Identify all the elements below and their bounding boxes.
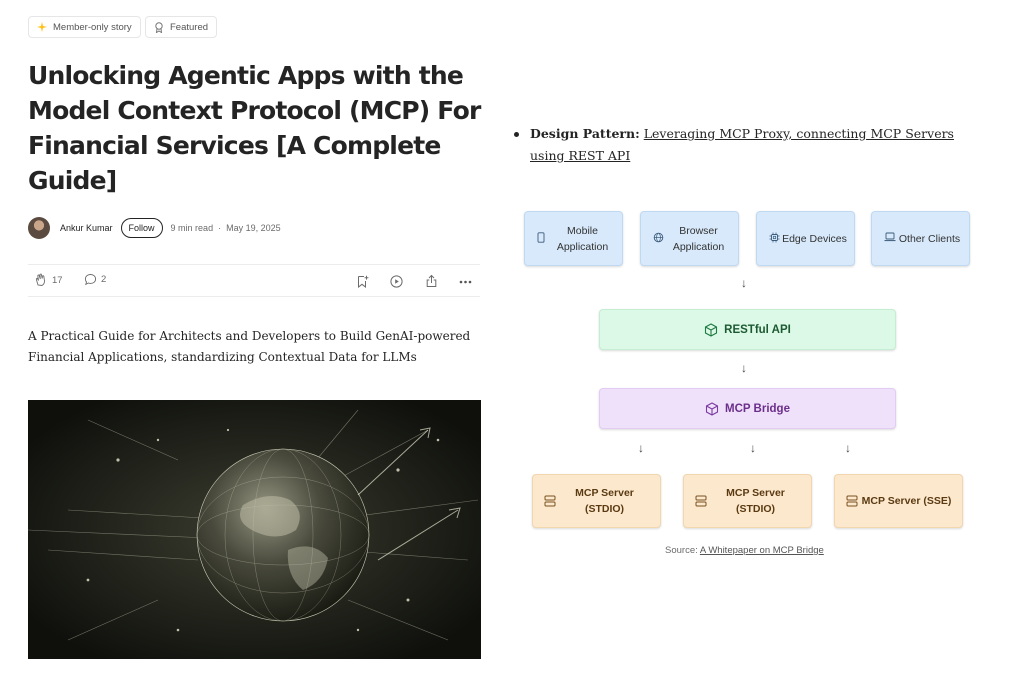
mcp-server-label: MCP Server (SSE)	[861, 495, 952, 507]
bookmark-add-icon[interactable]	[356, 275, 369, 288]
article-subtitle: A Practical Guide for Architects and Dev…	[28, 329, 471, 364]
featured-badge[interactable]: Featured	[145, 16, 218, 38]
node-mcp-server-stdio-2: MCP Server (STDIO)	[683, 474, 812, 528]
mcp-server-label: MCP Server (STDIO)	[726, 487, 785, 515]
server-icon	[846, 495, 858, 507]
other-clients-label: Other Clients	[898, 232, 961, 245]
comment-icon	[84, 274, 97, 286]
chip-icon	[769, 232, 780, 243]
author-name[interactable]: Ankur Kumar	[60, 223, 113, 233]
design-pattern-bullet: Design Pattern: Leveraging MCP Proxy, co…	[514, 123, 984, 167]
server-icon	[544, 495, 556, 507]
comment-button[interactable]: 2	[84, 273, 106, 286]
mobile-application-label: Mobile Application	[556, 224, 609, 253]
cube-icon	[705, 322, 718, 337]
arrow-down-icon: ↓	[741, 361, 747, 375]
follow-button[interactable]: Follow	[120, 218, 163, 238]
arrow-down-icon: ↓	[845, 441, 851, 455]
byline-separator: ·	[218, 223, 222, 233]
cube-icon	[705, 401, 719, 416]
clap-button[interactable]: 17	[34, 273, 63, 287]
featured-label: Featured	[170, 21, 209, 33]
byline: Ankur Kumar Follow 9 min read · May 19, …	[28, 216, 281, 240]
hero-image	[28, 400, 481, 659]
node-mcp-server-stdio-1: MCP Server (STDIO)	[532, 474, 661, 528]
source-label: Source:	[665, 545, 698, 556]
sparkle-icon	[37, 22, 47, 32]
share-icon[interactable]	[425, 274, 438, 288]
laptop-icon	[884, 232, 896, 242]
mcp-bridge-label: MCP Bridge	[725, 402, 790, 415]
arrow-down-icon: ↓	[638, 441, 644, 455]
source-link[interactable]: A Whitepaper on MCP Bridge	[700, 545, 824, 556]
more-options-icon[interactable]	[459, 280, 472, 284]
member-only-label: Member-only story	[53, 21, 132, 33]
read-time: 9 min read	[170, 223, 214, 233]
globe-icon	[653, 232, 664, 243]
author-avatar[interactable]	[28, 217, 50, 239]
node-mobile-application: Mobile Application	[524, 211, 623, 266]
edge-devices-label: Edge Devices	[782, 232, 847, 245]
bullet-dot	[514, 132, 519, 137]
node-mcp-server-sse: MCP Server (SSE)	[834, 474, 963, 528]
node-restful-api: RESTful API	[599, 309, 896, 350]
mcp-server-label: MCP Server (STDIO)	[575, 487, 634, 515]
bullet-label: Design Pattern:	[530, 126, 640, 141]
arrow-down-icon: ↓	[741, 276, 747, 290]
restful-api-label: RESTful API	[724, 323, 791, 336]
diagram-source: Source: A Whitepaper on MCP Bridge	[665, 545, 824, 556]
arrow-down-icon: ↓	[750, 441, 756, 455]
clap-count: 17	[52, 274, 63, 286]
action-bar: 17 2	[28, 264, 480, 297]
article-title: Unlocking Agentic Apps with the Model Co…	[28, 61, 481, 195]
node-browser-application: Browser Application	[640, 211, 739, 266]
server-icon	[695, 495, 707, 507]
node-other-clients: Other Clients	[871, 211, 970, 266]
node-edge-devices: Edge Devices	[756, 211, 855, 266]
browser-application-label: Browser Application	[672, 224, 725, 253]
comment-count: 2	[101, 274, 107, 285]
globe-illustration	[28, 400, 481, 659]
clap-icon	[35, 273, 45, 286]
play-icon[interactable]	[390, 275, 403, 288]
ribbon-icon	[155, 21, 163, 33]
member-only-badge[interactable]: Member-only story	[28, 16, 141, 38]
node-mcp-bridge: MCP Bridge	[599, 388, 896, 429]
mobile-icon	[537, 232, 545, 243]
publish-date: May 19, 2025	[226, 223, 281, 233]
